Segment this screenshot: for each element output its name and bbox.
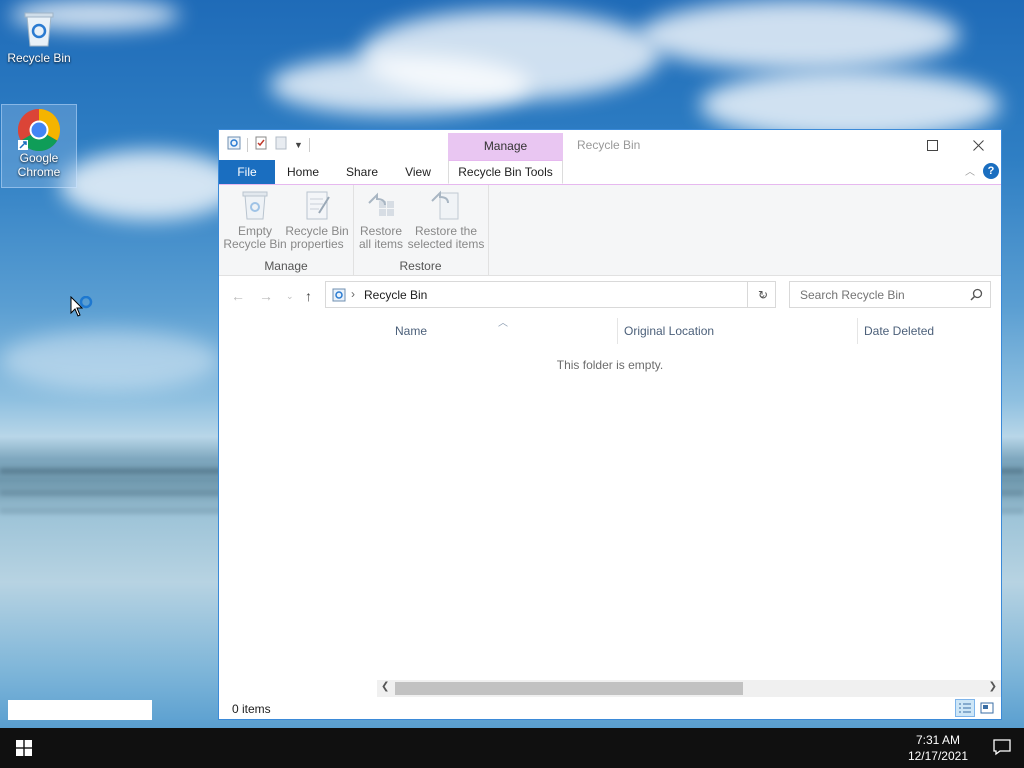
maximize-button[interactable] [909, 130, 955, 160]
quick-access-toolbar: ▼ [227, 136, 310, 153]
tab-recycle-bin-tools[interactable]: Recycle Bin Tools [448, 160, 563, 184]
recycle-bin-small-icon [227, 136, 241, 153]
empty-recycle-bin-button[interactable]: Empty Recycle Bin [223, 189, 287, 251]
large-icons-view-button[interactable] [977, 699, 997, 717]
refresh-button[interactable]: ↻ [747, 281, 778, 308]
tab-share[interactable]: Share [335, 160, 389, 184]
desktop-icon-label: Google Chrome [17, 151, 61, 179]
breadcrumb-chevron-icon[interactable]: › [351, 287, 355, 301]
column-header-original-location[interactable]: Original Location [624, 318, 714, 344]
windows-logo-icon [16, 740, 32, 756]
title-bar[interactable]: ▼ Manage Recycle Bin [219, 130, 1001, 160]
properties-icon[interactable] [254, 136, 268, 153]
desktop-icon-label: Recycle Bin [7, 51, 71, 65]
forward-arrow-icon[interactable]: → [259, 288, 273, 304]
busy-cursor-icon [70, 295, 96, 325]
close-button[interactable] [955, 130, 1001, 160]
column-header-date-deleted[interactable]: Date Deleted [864, 318, 934, 344]
button-label: Recycle Bin [223, 237, 287, 251]
search-icon[interactable] [970, 288, 983, 304]
recycle-bin-small-icon [332, 288, 346, 305]
column-header-name[interactable]: Name [395, 318, 427, 344]
details-view-icon [959, 703, 971, 713]
ribbon-tabs: File Home Share View Recycle Bin Tools ︿… [219, 160, 1001, 185]
back-arrow-icon[interactable]: ← [231, 288, 245, 304]
contextual-tab-group-manage: Manage [448, 133, 563, 160]
start-button[interactable] [0, 728, 48, 768]
scroll-left-arrow-icon[interactable]: ❮ [381, 681, 389, 692]
restore-all-items-button[interactable]: Restore all items [355, 189, 407, 251]
address-bar[interactable]: › Recycle Bin ⌄ [325, 281, 776, 308]
breadcrumb[interactable]: Recycle Bin [364, 288, 427, 302]
taskbar: 7:31 AM 12/17/2021 [0, 728, 1024, 768]
sort-ascending-icon: ︿ [498, 318, 508, 329]
up-arrow-icon[interactable]: ↑ [305, 288, 312, 304]
blank-white-box [8, 700, 152, 720]
new-folder-icon[interactable] [274, 136, 288, 153]
minimize-button[interactable] [863, 130, 909, 160]
ribbon-panel: Empty Recycle Bin Recycle Bin properties… [219, 185, 1001, 276]
clock-date: 12/17/2021 [907, 749, 968, 763]
desktop-icon-recycle-bin[interactable]: Recycle Bin [2, 8, 76, 65]
separator [247, 137, 248, 152]
collapse-ribbon-icon[interactable]: ︿ [965, 163, 975, 178]
search-box[interactable] [789, 281, 991, 308]
horizontal-scrollbar[interactable]: ❮ ❯ [377, 680, 1001, 697]
column-divider[interactable] [617, 318, 618, 344]
chrome-icon [17, 108, 61, 152]
refresh-icon: ↻ [757, 287, 769, 302]
scrollbar-thumb[interactable] [395, 682, 743, 695]
button-label: all items [358, 237, 403, 251]
column-divider[interactable] [857, 318, 858, 344]
empty-recycle-bin-icon [239, 189, 271, 221]
recycle-bin-properties-button[interactable]: Recycle Bin properties [285, 189, 349, 251]
large-icons-view-icon [980, 702, 994, 714]
button-label: selected items [407, 237, 485, 251]
tab-file[interactable]: File [219, 160, 275, 184]
properties-large-icon [301, 189, 333, 221]
recycle-bin-icon [20, 8, 58, 48]
search-input[interactable] [798, 287, 962, 303]
clock-time: 7:31 AM [915, 733, 960, 747]
file-explorer-window[interactable]: ▼ Manage Recycle Bin File Home Share Vie… [218, 129, 1002, 720]
restore-selected-icon [430, 189, 462, 221]
separator [308, 137, 310, 152]
ribbon-group-label: Manage [264, 259, 308, 273]
help-icon[interactable]: ? [983, 163, 999, 179]
scroll-right-arrow-icon[interactable]: ❯ [989, 681, 997, 692]
recent-locations-chevron-icon[interactable]: ⌄ [286, 291, 294, 302]
status-bar: 0 items [219, 698, 1001, 719]
desktop-icon-google-chrome[interactable]: Google Chrome [1, 104, 77, 188]
restore-all-icon [365, 189, 397, 221]
item-count: 0 items [232, 702, 271, 716]
button-label: properties [290, 237, 344, 251]
ribbon-group-manage: Empty Recycle Bin Recycle Bin properties… [219, 185, 354, 275]
empty-folder-message: This folder is empty. [556, 358, 664, 372]
action-center-icon[interactable] [992, 737, 1012, 760]
navigation-bar: ← → ⌄ ↑ › Recycle Bin ⌄ ↻ [219, 275, 1001, 315]
restore-selected-items-button[interactable]: Restore the selected items [405, 189, 487, 251]
ribbon-group-label: Restore [399, 259, 442, 273]
system-clock[interactable]: 7:31 AM 12/17/2021 [908, 732, 968, 764]
window-title: Recycle Bin [577, 138, 641, 152]
customize-toolbar-dropdown-icon[interactable]: ▼ [294, 140, 303, 150]
ribbon-group-restore: Restore all items Restore the selected i… [353, 185, 489, 275]
details-view-button[interactable] [955, 699, 975, 717]
tab-home[interactable]: Home [277, 160, 329, 184]
tab-view[interactable]: View [393, 160, 443, 184]
